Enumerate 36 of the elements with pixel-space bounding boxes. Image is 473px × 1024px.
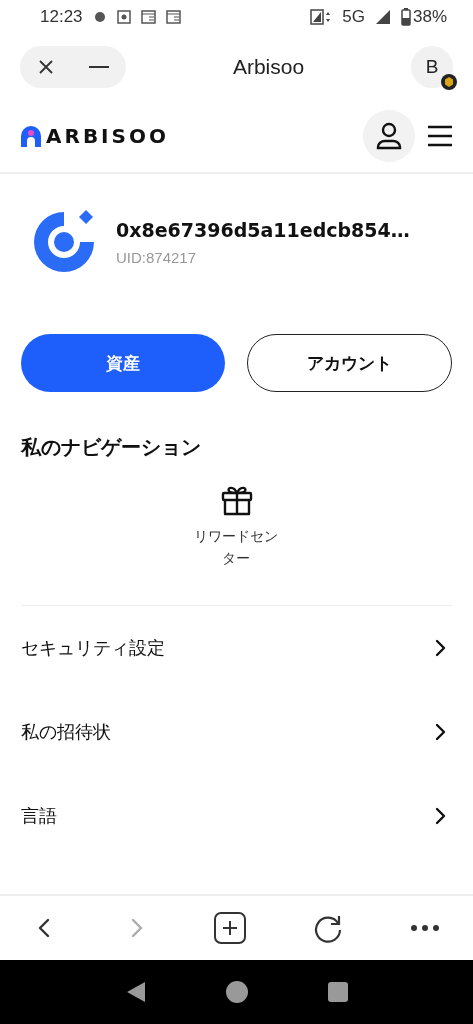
network-label: 5G bbox=[342, 7, 365, 27]
signal-icon bbox=[374, 9, 391, 25]
menu-item-label: 私の招待状 bbox=[21, 720, 111, 744]
recents-icon[interactable] bbox=[327, 982, 348, 1002]
user-icon bbox=[376, 122, 402, 150]
status-time: 12:23 bbox=[40, 7, 83, 27]
account-button[interactable] bbox=[363, 110, 415, 162]
menu-item[interactable]: 私の招待状 bbox=[0, 690, 473, 774]
sim-icon bbox=[310, 9, 333, 25]
menu-item[interactable]: 言語 bbox=[0, 774, 473, 858]
square-icon bbox=[116, 10, 131, 24]
home-icon[interactable] bbox=[225, 981, 248, 1003]
menu-icon[interactable] bbox=[427, 125, 453, 147]
reload-icon[interactable] bbox=[313, 913, 344, 943]
menu-item-label: 言語 bbox=[21, 804, 57, 828]
new-tab-icon[interactable] bbox=[214, 912, 247, 944]
menu-item-label: セキュリティ設定 bbox=[21, 636, 165, 660]
battery-icon bbox=[400, 8, 411, 26]
minimize-icon[interactable] bbox=[88, 65, 109, 69]
user-id: UID:874217 bbox=[116, 248, 198, 266]
more-icon[interactable] bbox=[409, 924, 440, 932]
browser-title: Arbisoo bbox=[231, 55, 306, 79]
back-icon[interactable] bbox=[125, 981, 146, 1003]
logo-icon bbox=[20, 125, 42, 147]
window-icon bbox=[165, 10, 181, 24]
section-title: 私のナビゲーション bbox=[19, 434, 202, 461]
menu-item[interactable]: セキュリティ設定 bbox=[0, 606, 473, 690]
assets-button[interactable]: 資産 bbox=[21, 334, 225, 392]
logo-text: ARBISOO bbox=[46, 124, 169, 148]
wallet-address: 0x8e67396d5a11edcb854… bbox=[116, 218, 410, 241]
nav-item-label[interactable]: リワードセンター bbox=[193, 525, 280, 569]
window-icon bbox=[140, 10, 156, 24]
badge-icon bbox=[441, 74, 457, 90]
battery-label: 38% bbox=[412, 7, 447, 27]
close-icon[interactable] bbox=[37, 59, 54, 75]
account-button[interactable]: アカウント bbox=[246, 334, 452, 392]
